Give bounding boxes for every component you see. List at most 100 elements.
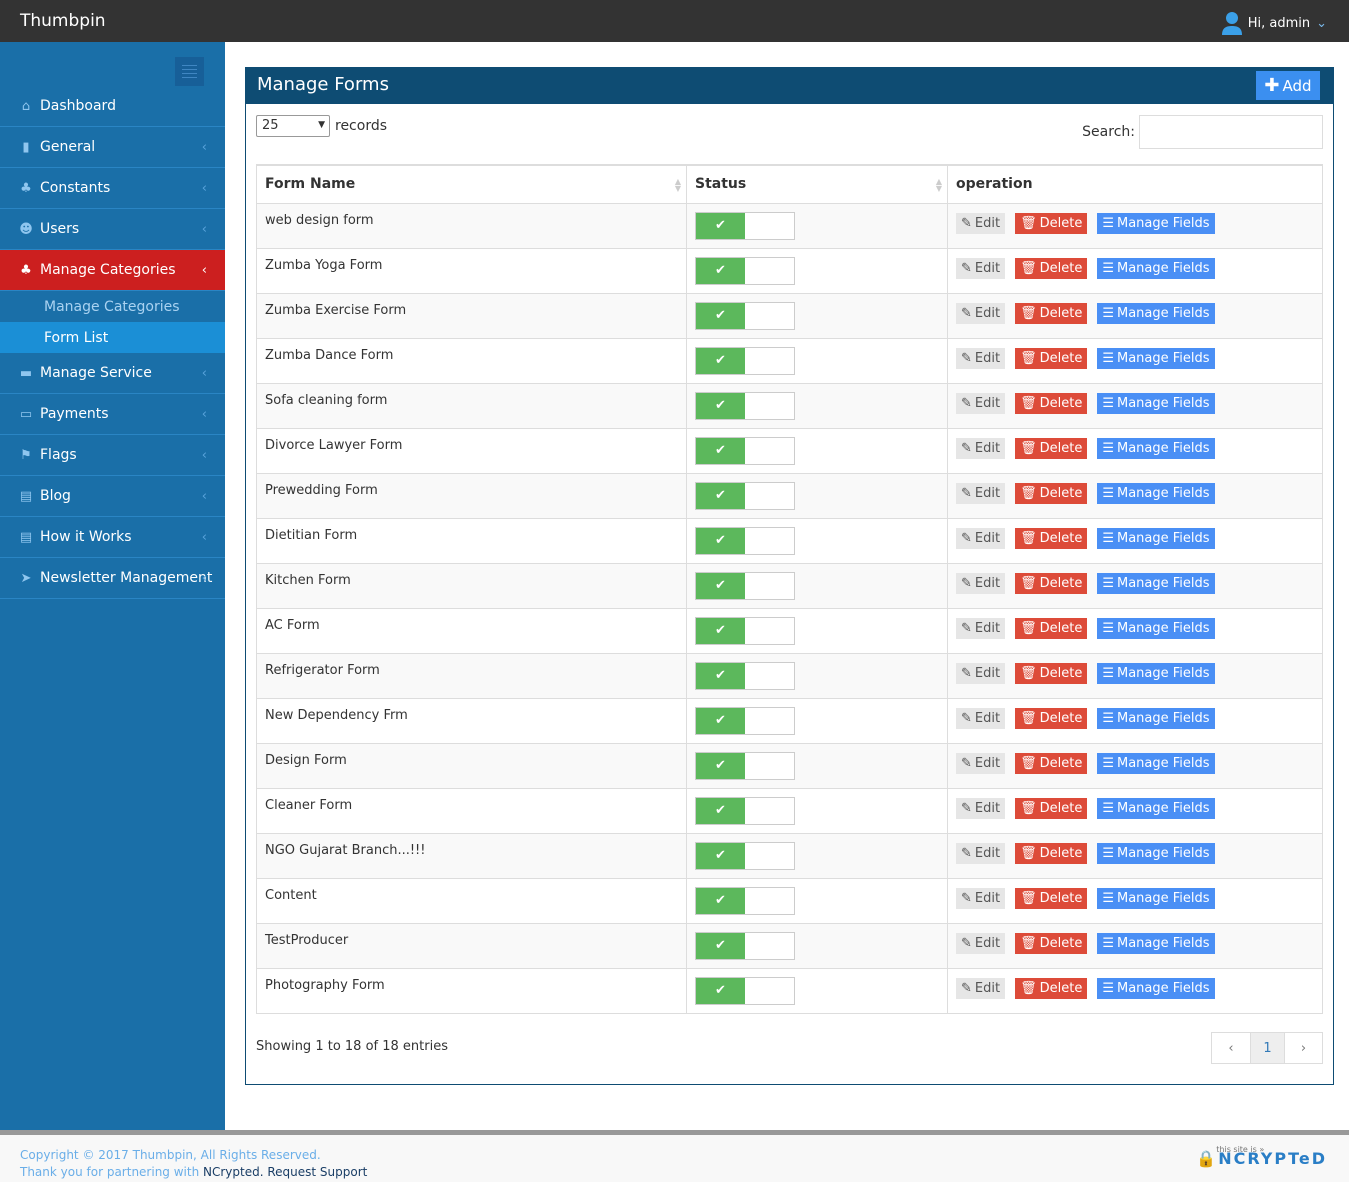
status-toggle[interactable]: ✔	[695, 301, 795, 330]
manage-fields-button[interactable]: ☰ Manage Fields	[1097, 482, 1215, 504]
column-header-form-name[interactable]: Form Name ▲ ▼	[256, 164, 687, 204]
edit-button[interactable]: ✎ Edit	[956, 527, 1006, 549]
delete-button[interactable]: 🗑 Delete	[1015, 527, 1088, 549]
manage-fields-button[interactable]: ☰ Manage Fields	[1097, 302, 1215, 324]
status-toggle[interactable]: ✔	[695, 526, 795, 555]
delete-button[interactable]: 🗑 Delete	[1015, 392, 1088, 414]
sidebar-item-payments[interactable]: ▭ Payments ‹	[0, 394, 225, 435]
manage-fields-button[interactable]: ☰ Manage Fields	[1097, 437, 1215, 459]
manage-fields-button[interactable]: ☰ Manage Fields	[1097, 752, 1215, 774]
delete-button[interactable]: 🗑 Delete	[1015, 347, 1088, 369]
edit-button[interactable]: ✎ Edit	[956, 662, 1006, 684]
status-toggle[interactable]: ✔	[695, 751, 795, 780]
status-toggle[interactable]: ✔	[695, 976, 795, 1005]
status-toggle[interactable]: ✔	[695, 391, 795, 420]
status-toggle[interactable]: ✔	[695, 931, 795, 960]
submenu-item-manage-categories[interactable]: Manage Categories	[0, 291, 225, 322]
manage-fields-button[interactable]: ☰ Manage Fields	[1097, 977, 1215, 999]
status-toggle[interactable]: ✔	[695, 661, 795, 690]
edit-button[interactable]: ✎ Edit	[956, 797, 1006, 819]
status-toggle[interactable]: ✔	[695, 796, 795, 825]
status-toggle[interactable]: ✔	[695, 616, 795, 645]
manage-fields-button[interactable]: ☰ Manage Fields	[1097, 797, 1215, 819]
delete-button[interactable]: 🗑 Delete	[1015, 797, 1088, 819]
edit-button[interactable]: ✎ Edit	[956, 437, 1006, 459]
sidebar-item-blog[interactable]: ▤ Blog ‹	[0, 476, 225, 517]
edit-button[interactable]: ✎ Edit	[956, 752, 1006, 774]
sidebar-item-general[interactable]: ▮ General ‹	[0, 127, 225, 168]
delete-button[interactable]: 🗑 Delete	[1015, 617, 1088, 639]
user-menu[interactable]: Hi, admin ⌄	[1221, 11, 1327, 35]
sidebar-item-users[interactable]: ☻ Users ‹	[0, 209, 225, 250]
status-toggle[interactable]: ✔	[695, 571, 795, 600]
edit-button[interactable]: ✎ Edit	[956, 842, 1006, 864]
edit-button[interactable]: ✎ Edit	[956, 977, 1006, 999]
column-header-status[interactable]: Status ▲ ▼	[686, 164, 948, 204]
delete-button[interactable]: 🗑 Delete	[1015, 932, 1088, 954]
status-toggle[interactable]: ✔	[695, 211, 795, 240]
manage-fields-button[interactable]: ☰ Manage Fields	[1097, 527, 1215, 549]
manage-fields-button[interactable]: ☰ Manage Fields	[1097, 617, 1215, 639]
status-toggle[interactable]: ✔	[695, 436, 795, 465]
edit-button[interactable]: ✎ Edit	[956, 572, 1006, 594]
delete-button[interactable]: 🗑 Delete	[1015, 302, 1088, 324]
manage-fields-button[interactable]: ☰ Manage Fields	[1097, 662, 1215, 684]
status-toggle[interactable]: ✔	[695, 346, 795, 375]
sidebar-item-manage-service[interactable]: ▬ Manage Service ‹	[0, 353, 225, 394]
manage-fields-button[interactable]: ☰ Manage Fields	[1097, 392, 1215, 414]
status-toggle[interactable]: ✔	[695, 886, 795, 915]
edit-button[interactable]: ✎ Edit	[956, 887, 1006, 909]
submenu-item-form-list[interactable]: Form List	[0, 322, 225, 353]
edit-button[interactable]: ✎ Edit	[956, 932, 1006, 954]
delete-button[interactable]: 🗑 Delete	[1015, 977, 1088, 999]
delete-button[interactable]: 🗑 Delete	[1015, 437, 1088, 459]
manage-fields-button[interactable]: ☰ Manage Fields	[1097, 257, 1215, 279]
delete-button[interactable]: 🗑 Delete	[1015, 887, 1088, 909]
manage-fields-button[interactable]: ☰ Manage Fields	[1097, 707, 1215, 729]
next-page-button[interactable]: ›	[1284, 1033, 1322, 1063]
status-toggle[interactable]: ✔	[695, 481, 795, 510]
manage-fields-button[interactable]: ☰ Manage Fields	[1097, 572, 1215, 594]
delete-button[interactable]: 🗑 Delete	[1015, 707, 1088, 729]
status-toggle[interactable]: ✔	[695, 256, 795, 285]
delete-button[interactable]: 🗑 Delete	[1015, 842, 1088, 864]
sidebar-toggle-button[interactable]	[175, 57, 204, 86]
delete-button[interactable]: 🗑 Delete	[1015, 212, 1088, 234]
add-button[interactable]: ✚ Add	[1256, 71, 1320, 100]
records-per-page-select[interactable]: 25	[256, 115, 330, 137]
delete-button[interactable]: 🗑 Delete	[1015, 572, 1088, 594]
prev-page-button[interactable]: ‹	[1212, 1033, 1250, 1063]
edit-button[interactable]: ✎ Edit	[956, 212, 1006, 234]
ncrypted-logo[interactable]: this site is » 🔒NCRYPTeD	[1196, 1145, 1327, 1168]
sidebar-item-flags[interactable]: ⚑ Flags ‹	[0, 435, 225, 476]
delete-button[interactable]: 🗑 Delete	[1015, 662, 1088, 684]
search-input[interactable]	[1139, 115, 1323, 149]
sidebar-item-dashboard[interactable]: ⌂ Dashboard	[0, 86, 225, 127]
status-toggle[interactable]: ✔	[695, 706, 795, 735]
edit-button[interactable]: ✎ Edit	[956, 617, 1006, 639]
delete-button[interactable]: 🗑 Delete	[1015, 752, 1088, 774]
form-name-cell: Zumba Exercise Form	[256, 292, 687, 339]
delete-button[interactable]: 🗑 Delete	[1015, 482, 1088, 504]
delete-button[interactable]: 🗑 Delete	[1015, 257, 1088, 279]
sidebar-item-newsletter-management[interactable]: ➤ Newsletter Management ‹	[0, 558, 225, 599]
brand-logo[interactable]: Thumbpin	[20, 11, 106, 31]
status-toggle[interactable]: ✔	[695, 841, 795, 870]
request-support-link[interactable]: Request Support	[267, 1165, 367, 1179]
edit-button[interactable]: ✎ Edit	[956, 392, 1006, 414]
manage-fields-button[interactable]: ☰ Manage Fields	[1097, 212, 1215, 234]
edit-button[interactable]: ✎ Edit	[956, 302, 1006, 324]
sidebar-item-constants[interactable]: ♣ Constants ‹	[0, 168, 225, 209]
edit-button[interactable]: ✎ Edit	[956, 257, 1006, 279]
edit-button[interactable]: ✎ Edit	[956, 347, 1006, 369]
manage-fields-button[interactable]: ☰ Manage Fields	[1097, 347, 1215, 369]
sidebar-item-manage-categories[interactable]: ♣ Manage Categories ‹	[0, 250, 225, 291]
ncrypted-link[interactable]: NCrypted	[203, 1165, 260, 1179]
page-button-1[interactable]: 1	[1250, 1033, 1284, 1063]
manage-fields-button[interactable]: ☰ Manage Fields	[1097, 887, 1215, 909]
edit-button[interactable]: ✎ Edit	[956, 707, 1006, 729]
sidebar-item-how-it-works[interactable]: ▤ How it Works ‹	[0, 517, 225, 558]
manage-fields-button[interactable]: ☰ Manage Fields	[1097, 842, 1215, 864]
edit-button[interactable]: ✎ Edit	[956, 482, 1006, 504]
manage-fields-button[interactable]: ☰ Manage Fields	[1097, 932, 1215, 954]
